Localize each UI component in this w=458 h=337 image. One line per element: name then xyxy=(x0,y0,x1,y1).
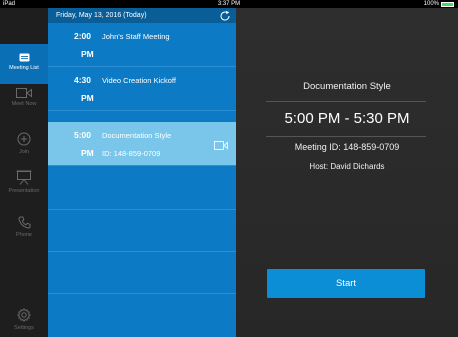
meeting-row[interactable]: 2:00 PM John's Staff Meeting xyxy=(48,23,236,67)
sidebar-item-label: Join xyxy=(18,149,30,155)
refresh-icon[interactable] xyxy=(219,10,231,22)
meeting-detail-pane: Documentation Style 5:00 PM - 5:30 PM Me… xyxy=(236,8,458,337)
gear-icon xyxy=(17,308,31,322)
date-header: Friday, May 13, 2016 (Today) xyxy=(48,8,236,23)
empty-row xyxy=(48,252,236,294)
meeting-ampm: PM xyxy=(81,49,94,59)
battery-indicator: 100% xyxy=(424,0,454,8)
meeting-list-pane: Friday, May 13, 2016 (Today) 2:00 PM Joh… xyxy=(48,8,236,337)
join-plus-icon xyxy=(17,132,31,146)
meeting-time: 4:30 xyxy=(74,75,92,85)
meeting-time: 5:00 xyxy=(74,130,92,140)
meeting-id-label: ID: 148-859-0709 xyxy=(102,149,161,158)
start-button[interactable]: Start xyxy=(267,269,425,298)
sidebar-item-label: Meet Now xyxy=(11,101,37,107)
meeting-row[interactable]: 4:30 PM Video Creation Kickoff xyxy=(48,67,236,111)
sidebar-item-meeting-list[interactable]: Meeting List xyxy=(0,44,48,84)
sidebar-item-meet-now[interactable]: Meet Now xyxy=(0,88,48,128)
detail-title: Documentation Style xyxy=(303,81,391,92)
video-camera-icon[interactable] xyxy=(214,141,228,150)
sidebar-item-label: Phone xyxy=(16,232,32,238)
sidebar-item-presentation[interactable]: Presentation xyxy=(0,170,48,210)
sidebar-item-join[interactable]: Join xyxy=(0,132,48,172)
sidebar-item-label: Presentation xyxy=(8,188,40,194)
battery-icon xyxy=(441,1,454,7)
detail-host: Host: David Dichards xyxy=(309,162,385,171)
battery-fill xyxy=(442,2,453,6)
meeting-ampm: PM xyxy=(81,93,94,103)
meeting-list-icon xyxy=(19,53,29,62)
empty-row xyxy=(48,168,236,210)
meeting-ampm: PM xyxy=(81,148,94,158)
sidebar-item-phone[interactable]: Phone xyxy=(0,216,48,256)
meeting-title: John's Staff Meeting xyxy=(102,32,170,41)
date-header-label: Friday, May 13, 2016 (Today) xyxy=(56,12,147,19)
presentation-icon xyxy=(16,170,32,185)
sidebar: Meeting List Meet Now Join Presentation … xyxy=(0,8,48,337)
video-camera-icon xyxy=(16,88,32,98)
divider xyxy=(266,101,426,102)
sidebar-item-label: Settings xyxy=(14,325,34,331)
meeting-time: 2:00 xyxy=(74,31,92,41)
empty-row xyxy=(48,210,236,252)
status-bar: iPad 3:37 PM 100% xyxy=(0,0,458,8)
meeting-title: Video Creation Kickoff xyxy=(102,76,176,85)
detail-time-range: 5:00 PM - 5:30 PM xyxy=(284,110,410,127)
divider xyxy=(266,136,426,137)
sidebar-item-settings[interactable]: Settings xyxy=(0,308,48,337)
detail-meeting-id: Meeting ID: 148-859-0709 xyxy=(294,142,400,152)
phone-icon xyxy=(17,216,30,229)
sidebar-item-label: Meeting List xyxy=(9,65,39,71)
meeting-title: Documentation Style xyxy=(102,131,172,140)
status-time: 3:37 PM xyxy=(217,1,241,7)
meeting-row-selected[interactable]: 5:00 PM Documentation Style ID: 148-859-… xyxy=(48,122,236,166)
battery-percent: 100% xyxy=(423,1,439,7)
